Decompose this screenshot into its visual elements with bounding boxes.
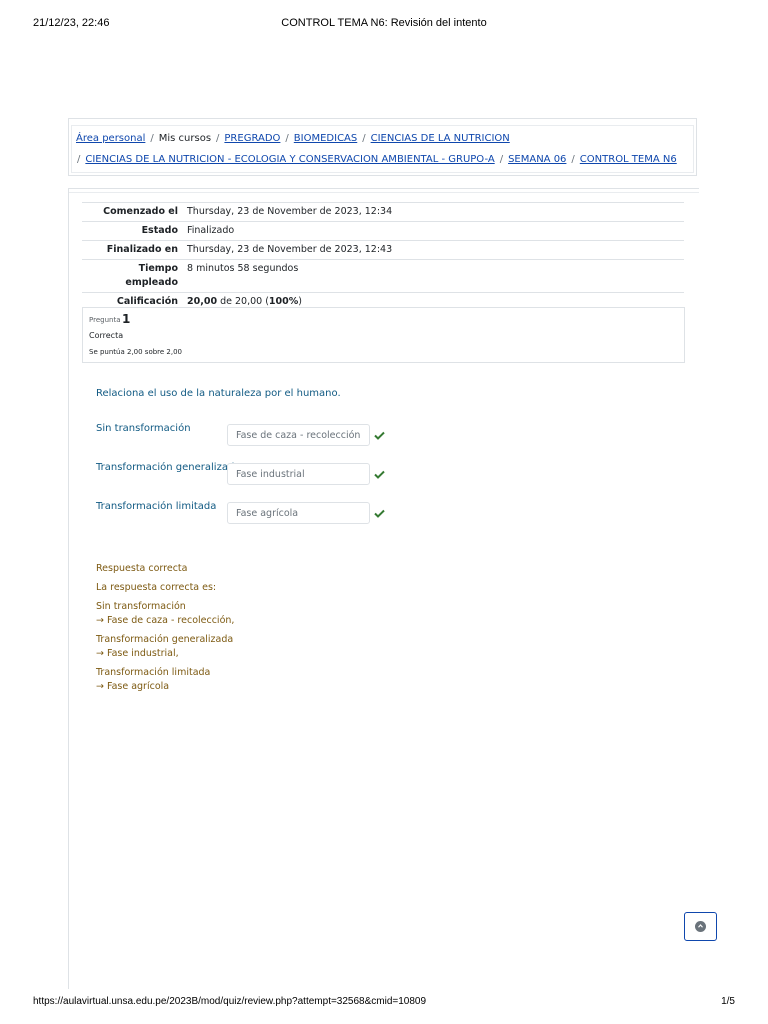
check-icon [374,431,385,440]
match-select-3[interactable]: Fase agrícola [227,502,370,524]
breadcrumb-link-course[interactable]: CIENCIAS DE LA NUTRICION - ECOLOGIA Y CO… [85,154,494,165]
breadcrumb-inner: Área personal / Mis cursos / PREGRADO / BIOMED… [71,125,694,173]
summary-row-finished: Finalizado en Thursday, 23 de November d… [82,240,684,260]
summary-row-started: Comenzado el Thursday, 23 de November de… [82,202,684,222]
question-label: Pregunta [89,316,121,324]
grade-of: de 20,00 ( [217,296,269,307]
breadcrumb-separator: / [285,133,289,144]
correct-answer-feedback: Respuesta correcta La respuesta correcta… [96,562,234,699]
feedback-pair-answer: → Fase agrícola [96,681,170,692]
summary-value: Finalizado [183,221,684,241]
summary-label-part: empleado [125,277,178,288]
summary-value: 8 minutos 58 segundos [183,259,684,293]
feedback-pair: Transformación limitada → Fase agrícola [96,666,234,694]
breadcrumb-separator: / [77,154,81,165]
feedback-subtitle: La respuesta correcta es: [96,582,217,593]
arrow-up-icon [698,924,703,928]
breadcrumb-link-pregrado[interactable]: PREGRADO [224,133,280,144]
feedback-pair-label: Transformación limitada [96,667,211,678]
match-label-1: Sin transformación [96,423,191,434]
question-number: 1 [122,312,131,326]
summary-label: Estado [82,221,183,241]
feedback-pair-answer: → Fase de caza - recolección, [96,615,235,626]
breadcrumb: Área personal / Mis cursos / PREGRADO / BIOMED… [68,118,697,176]
grade-score: 20,00 [187,296,218,307]
feedback-pair-label: Sin transformación [96,601,186,612]
breadcrumb-link-biomedicas[interactable]: BIOMEDICAS [294,133,357,144]
breadcrumb-separator: / [150,133,154,144]
match-select-1[interactable]: Fase de caza - recolección [227,424,370,446]
summary-value: Thursday, 23 de November de 2023, 12:43 [183,240,684,260]
feedback-pair: Transformación generalizada → Fase indus… [96,633,234,661]
breadcrumb-separator: / [216,133,220,144]
summary-label: Comenzado el [82,202,183,222]
check-icon [374,509,385,518]
breadcrumb-link-control-tema[interactable]: CONTROL TEMA N6 [580,154,677,165]
print-url: https://aulavirtual.unsa.edu.pe/2023B/mo… [33,996,427,1007]
grade-percent: 100% [268,296,299,307]
summary-row-time: Tiempo empleado 8 minutos 58 segundos [82,259,684,293]
breadcrumb-item-mis-cursos: Mis cursos [158,133,212,144]
print-page-number: 1/5 [721,996,735,1007]
breadcrumb-separator: / [362,133,366,144]
grade-close: ) [298,296,302,307]
question-text: Relaciona el uso de la naturaleza por el… [96,388,341,399]
summary-label: Finalizado en [82,240,183,260]
breadcrumb-line-1: Área personal / Mis cursos / PREGRADO / BIOMED… [76,133,510,144]
summary-row-state: Estado Finalizado [82,221,684,241]
check-icon [374,470,385,479]
breadcrumb-separator: / [571,154,575,165]
feedback-pair-label: Transformación generalizada [96,634,234,645]
breadcrumb-separator: / [499,154,504,165]
question-info-box: Pregunta 1 Correcta Se puntúa 2,00 sobre… [82,307,685,363]
print-title: CONTROL TEMA N6: Revisión del intento [281,17,487,29]
match-select-2[interactable]: Fase industrial [227,463,370,485]
breadcrumb-link-area-personal[interactable]: Área personal [76,133,145,144]
breadcrumb-link-semana-06[interactable]: SEMANA 06 [508,154,566,165]
match-label-2: Transformación generalizada [96,462,241,473]
question-state: Correcta [89,331,124,340]
summary-label: Tiempo empleado [82,259,183,293]
breadcrumb-line-2: / CIENCIAS DE LA NUTRICION - ECOLOGIA Y C… [77,154,677,165]
attempt-summary-table: Comenzado el Thursday, 23 de November de… [82,202,684,311]
summary-value: Thursday, 23 de November de 2023, 12:34 [183,202,684,222]
summary-label-part: Tiempo [138,263,178,274]
breadcrumb-link-ciencias-nutricion[interactable]: CIENCIAS DE LA NUTRICION [371,133,510,144]
question-grade: Se puntúa 2,00 sobre 2,00 [89,348,183,356]
feedback-pair: Sin transformación → Fase de caza - reco… [96,600,234,628]
feedback-title: Respuesta correcta [96,563,188,574]
feedback-pair-answer: → Fase industrial, [96,648,179,659]
match-label-3: Transformación limitada [96,501,217,512]
back-to-top-button[interactable] [684,912,717,941]
